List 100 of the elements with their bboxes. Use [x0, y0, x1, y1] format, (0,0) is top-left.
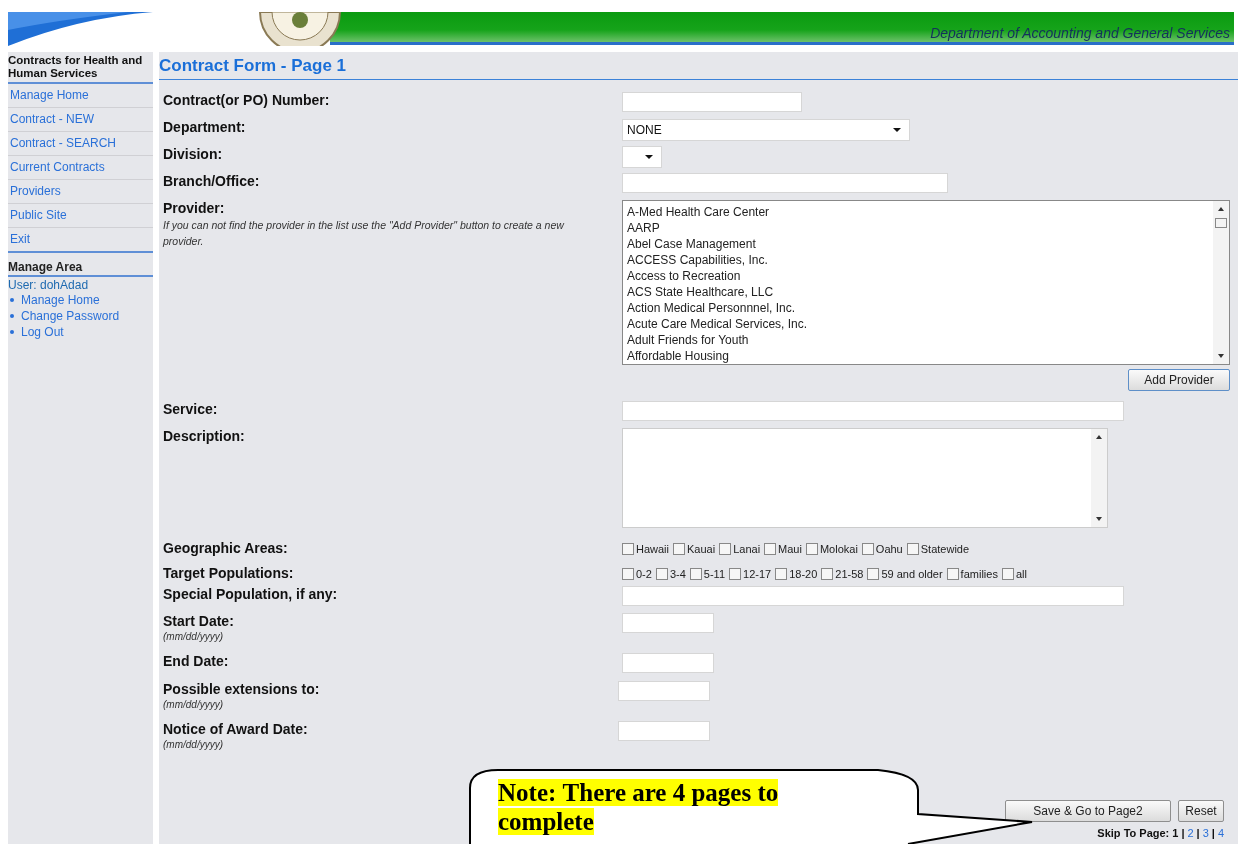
page-link[interactable]: 3 — [1202, 827, 1209, 839]
page-separator: | — [1211, 827, 1215, 839]
checkbox-label: 12-17 — [743, 567, 772, 580]
checkbox[interactable] — [906, 542, 919, 555]
sidebar-link[interactable]: Exit — [8, 228, 153, 253]
text-field[interactable] — [622, 613, 714, 633]
checkbox[interactable] — [1001, 567, 1014, 580]
checkbox[interactable] — [805, 542, 818, 555]
text-field[interactable] — [618, 721, 710, 741]
checkbox[interactable] — [689, 567, 702, 580]
text-field[interactable] — [618, 681, 710, 701]
field-label: Start Date: — [163, 613, 235, 630]
field-label: Possible extensions to: — [163, 681, 321, 698]
sidebar-link[interactable]: Current Contracts — [8, 156, 153, 180]
page-separator: | — [1181, 827, 1185, 839]
list-option[interactable]: Acute Care Medical Services, Inc. — [627, 316, 1209, 332]
checkbox-label: 21-58 — [835, 567, 864, 580]
header-subtitle: Department of Accounting and General Services — [930, 25, 1231, 42]
text-field[interactable] — [622, 653, 714, 673]
field-hint: (mm/dd/yyyy) — [163, 698, 224, 711]
dropdown[interactable] — [622, 146, 662, 168]
page-link[interactable]: 1 — [1172, 827, 1179, 839]
checkbox-label: Hawaii — [636, 542, 669, 555]
checkbox[interactable] — [673, 542, 685, 555]
checkbox-label: 5-11 — [703, 567, 725, 580]
checkbox[interactable] — [861, 542, 874, 555]
user-name: User: dohAdad — [8, 278, 90, 292]
caret-icon — [645, 155, 653, 159]
field-hint: (mm/dd/yyyy) — [163, 738, 224, 751]
list-option[interactable]: Affordable Housing — [627, 348, 1209, 364]
checkbox-label: 0-2 — [636, 567, 652, 580]
sidebar-link[interactable]: Contract - SEARCH — [8, 132, 153, 156]
field-label: Department: — [163, 119, 247, 136]
bullet-icon — [10, 298, 14, 302]
skip-label: Skip To Page: — [1097, 827, 1170, 839]
page-separator: | — [1196, 827, 1200, 839]
caret-icon — [893, 128, 901, 132]
scroll-up-icon — [1096, 435, 1102, 439]
field-label: Geographic Areas: — [163, 540, 289, 557]
checkbox[interactable] — [622, 542, 634, 555]
form-button[interactable]: Reset — [1178, 800, 1224, 822]
page-link[interactable]: 2 — [1187, 827, 1194, 839]
scrollbar[interactable] — [1213, 201, 1229, 364]
manage-link[interactable]: Change Password — [21, 308, 120, 324]
list-option[interactable]: AARP — [627, 220, 1209, 236]
seal-icon — [258, 12, 342, 46]
checkbox[interactable] — [946, 567, 959, 580]
page-link[interactable]: 4 — [1217, 827, 1224, 839]
list-option[interactable]: ACCESS Capabilities, Inc. — [627, 252, 1209, 268]
field-label: Contract(or PO) Number: — [163, 92, 331, 109]
list-option[interactable]: Abel Case Management — [627, 236, 1209, 252]
manage-link[interactable]: Log Out — [21, 324, 64, 340]
checkbox-label: 59 and older — [881, 567, 943, 580]
checkbox[interactable] — [655, 567, 668, 580]
checkbox-label: 18-20 — [789, 567, 818, 580]
sidebar-link[interactable]: Contract - NEW — [8, 108, 153, 132]
sidebar-link[interactable]: Manage Home — [8, 84, 153, 108]
add-provider-button[interactable]: Add Provider — [1128, 369, 1230, 391]
list-option[interactable]: Action Medical Personnnel, Inc. — [627, 300, 1209, 316]
sidebar-title: Contracts for Health and Human Services — [8, 54, 153, 84]
field-label: Description: — [163, 428, 246, 445]
text-field[interactable] — [622, 586, 1124, 606]
list-option[interactable]: Access to Recreation — [627, 268, 1209, 284]
checkbox-label: Maui — [778, 542, 802, 555]
field-label: Special Population, if any: — [163, 586, 339, 603]
checkbox[interactable] — [719, 542, 732, 555]
list-option[interactable]: Adult Friends for Youth — [627, 332, 1209, 348]
list-option[interactable]: A-Med Health Care Center — [627, 204, 1209, 220]
field-label: Division: — [163, 146, 224, 163]
text-field[interactable] — [622, 401, 1124, 421]
scroll-down-icon — [1218, 354, 1224, 358]
field-hint: (mm/dd/yyyy) — [163, 630, 224, 643]
checkbox-label: Kauai — [687, 542, 716, 555]
checkbox[interactable] — [729, 567, 741, 580]
manage-link[interactable]: Manage Home — [21, 292, 100, 308]
checkbox[interactable] — [867, 567, 880, 580]
list-option[interactable]: ACS State Healthcare, LLC — [627, 284, 1209, 300]
sidebar-link[interactable]: Providers — [8, 180, 153, 204]
checkbox-label: Lanai — [733, 542, 761, 555]
form-button[interactable]: Save & Go to Page2 — [1005, 800, 1171, 822]
provider-listbox[interactable] — [622, 200, 1230, 365]
checkbox[interactable] — [622, 567, 634, 580]
checkbox-label: 3-4 — [669, 567, 686, 580]
field-label: Target Populations: — [163, 565, 295, 582]
checkbox[interactable] — [821, 567, 834, 580]
text-field[interactable] — [622, 173, 948, 193]
dropdown[interactable]: NONE — [622, 119, 910, 141]
text-field[interactable] — [622, 92, 802, 112]
checkbox-label: Oahu — [875, 542, 903, 555]
checkbox[interactable] — [775, 567, 788, 580]
field-label: Notice of Award Date: — [163, 721, 309, 738]
checkbox-label: Statewide — [920, 542, 970, 555]
checkbox-label: Molokai — [819, 542, 858, 555]
checkbox[interactable] — [764, 542, 777, 555]
checkbox-label: all — [1015, 567, 1027, 580]
checkbox-label: families — [960, 567, 998, 580]
scroll-down-icon — [1096, 517, 1102, 521]
field-hint: If you can not find the provider in the list use the "Add Provider" button to create a new provider. — [163, 218, 566, 249]
field-label: End Date: — [163, 653, 230, 670]
sidebar-link[interactable]: Public Site — [8, 204, 153, 228]
